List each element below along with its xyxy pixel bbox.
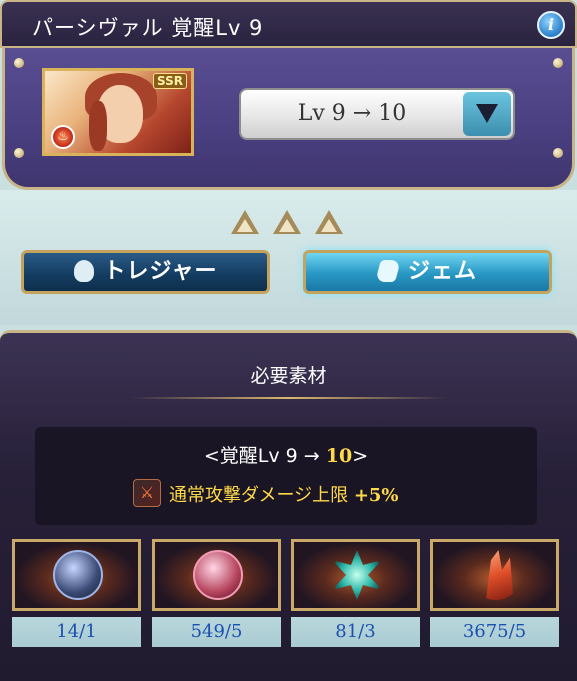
material-count: 549/5 — [152, 617, 281, 647]
green-crystal-icon — [332, 550, 382, 600]
header-bar: パーシヴァル 覚醒Lv 9 i — [0, 0, 577, 48]
awakening-marks — [231, 210, 346, 240]
character-panel: SSR ♨ Lv 9 → 10 — [2, 48, 575, 190]
rivet-decoration — [553, 148, 563, 158]
dark-orb-icon — [53, 550, 103, 600]
rarity-badge: SSR — [153, 73, 187, 89]
bonus-value: +5% — [353, 485, 399, 506]
awakening-prefix: <覚醒Lv 9 → — [203, 445, 326, 467]
level-select-value: Lv 9 → 10 — [297, 101, 407, 126]
material-count: 3675/5 — [430, 617, 559, 647]
dropdown-button[interactable] — [463, 92, 511, 136]
awakening-level-text: <覚醒Lv 9 → 10> — [35, 441, 537, 468]
bonus-text: 通常攻撃ダメージ上限 +5% — [169, 481, 399, 507]
rivet-decoration — [553, 58, 563, 68]
tab-treasure[interactable]: トレジャー — [21, 250, 270, 294]
portrait-hair — [89, 101, 107, 151]
material-item[interactable]: 3675/5 — [430, 539, 559, 647]
gem-crystal-icon — [375, 260, 401, 282]
material-image — [430, 539, 559, 611]
fire-shard-icon — [486, 550, 514, 600]
material-image — [12, 539, 141, 611]
tab-gem[interactable]: ジェム — [303, 250, 552, 294]
material-image — [291, 539, 420, 611]
awakening-info-box: <覚醒Lv 9 → 10> ⚔ 通常攻撃ダメージ上限 +5% — [35, 427, 537, 525]
tab-area: トレジャー ジェム — [0, 190, 577, 325]
awakening-mark-icon — [315, 210, 343, 234]
info-icon[interactable]: i — [537, 11, 565, 39]
chevron-down-icon — [476, 104, 498, 123]
bonus-label: 通常攻撃ダメージ上限 — [169, 485, 354, 506]
material-image — [152, 539, 281, 611]
awakening-target-level: 10 — [325, 445, 353, 467]
material-item[interactable]: 81/3 — [291, 539, 420, 647]
tab-treasure-label: トレジャー — [103, 259, 218, 284]
tab-gem-label: ジェム — [407, 259, 477, 284]
material-count: 81/3 — [291, 617, 420, 647]
level-select[interactable]: Lv 9 → 10 — [239, 88, 515, 140]
materials-title: 必要素材 — [250, 365, 327, 387]
fire-icon: ♨ — [51, 125, 75, 149]
rivet-decoration — [14, 148, 24, 158]
pink-orb-icon — [193, 550, 243, 600]
rivet-decoration — [14, 58, 24, 68]
page-title: パーシヴァル 覚醒Lv 9 — [32, 16, 264, 40]
treasure-bag-icon — [73, 260, 94, 282]
material-item[interactable]: 14/1 — [12, 539, 141, 647]
attack-up-icon: ⚔ — [133, 479, 161, 507]
awakening-suffix: > — [352, 445, 369, 467]
awakening-mark-icon — [273, 210, 301, 234]
title-divider — [130, 397, 447, 399]
awakening-mark-icon — [231, 210, 259, 234]
material-count: 14/1 — [12, 617, 141, 647]
materials-panel: 必要素材 <覚醒Lv 9 → 10> ⚔ 通常攻撃ダメージ上限 +5% 14/1… — [0, 330, 577, 681]
character-portrait[interactable]: SSR ♨ — [42, 68, 194, 156]
material-item[interactable]: 549/5 — [152, 539, 281, 647]
